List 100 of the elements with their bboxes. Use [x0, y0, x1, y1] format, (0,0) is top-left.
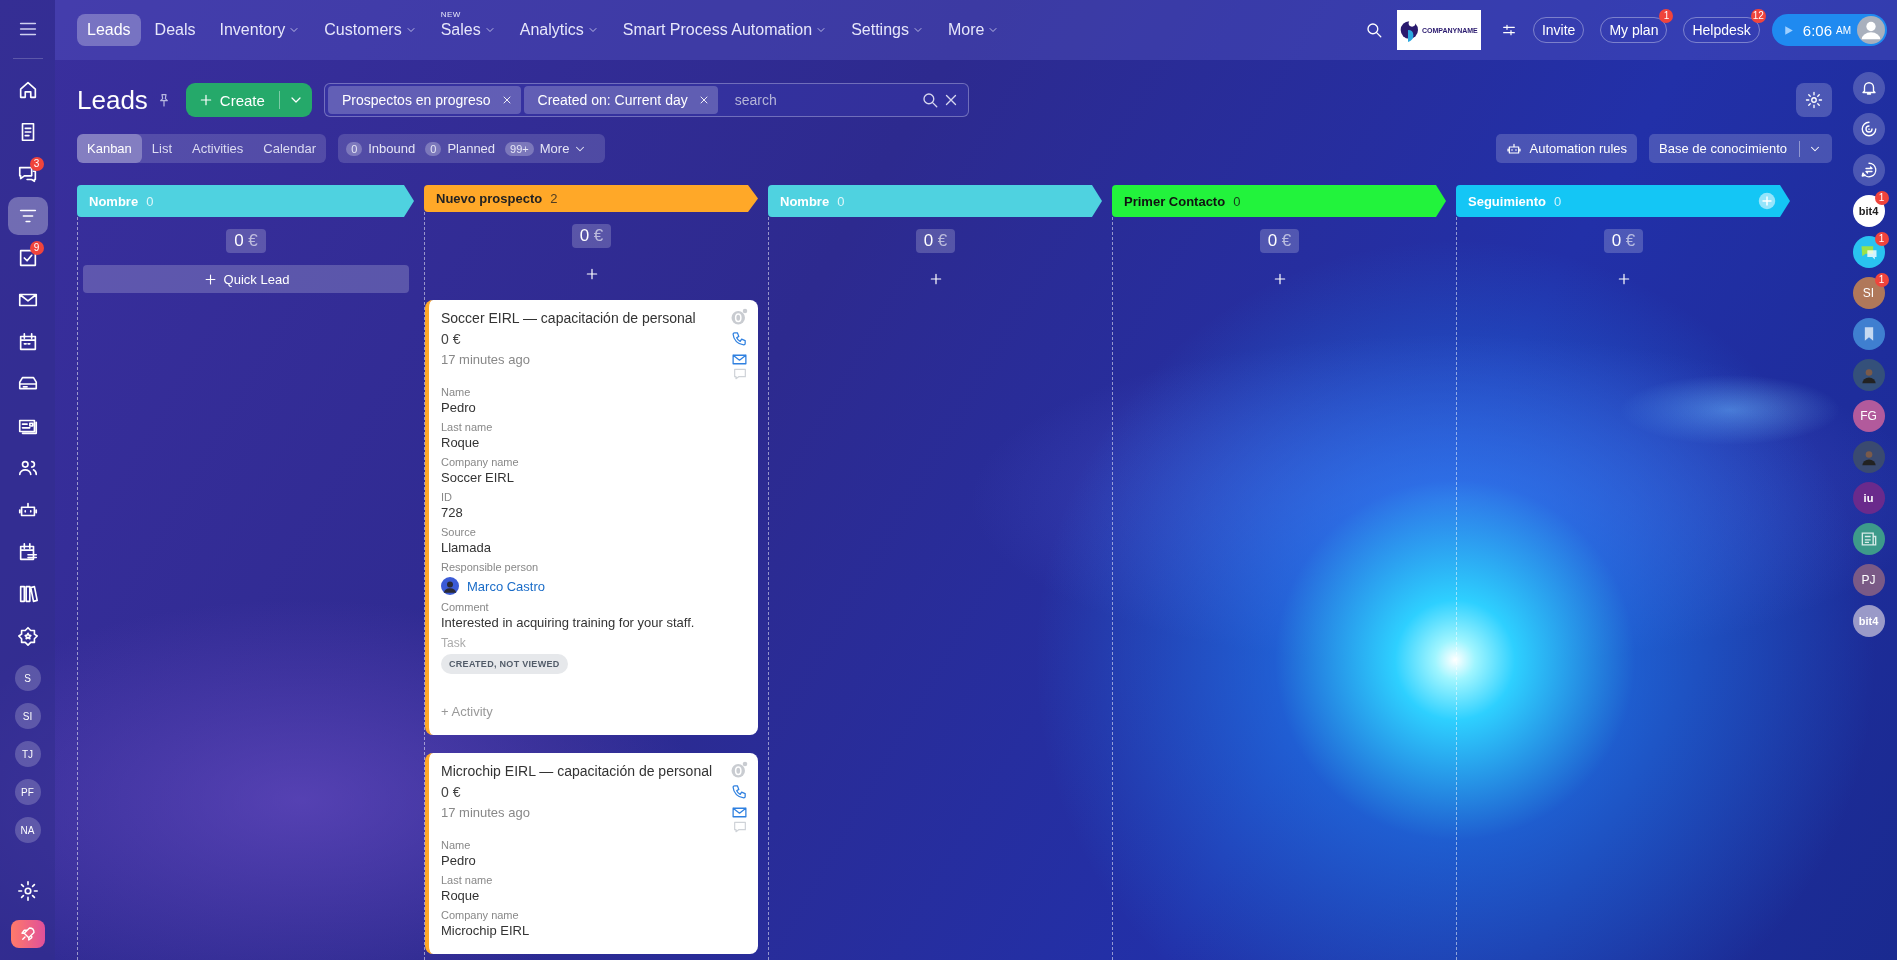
person-avatar [441, 577, 459, 595]
field-label: Source [441, 526, 477, 538]
avatar[interactable]: SI [14, 703, 41, 729]
count-badge: 3 [29, 157, 44, 171]
count-badge: 9 [29, 241, 44, 255]
card-title[interactable]: Microchip EIRL — capacitación de personal [441, 761, 713, 779]
view-tab[interactable]: Calendar [253, 134, 327, 163]
rocket-icon [18, 925, 37, 943]
avatar[interactable]: FG [1852, 400, 1885, 432]
card-amount: 0 € [441, 783, 461, 800]
avatar[interactable]: PJ [1852, 564, 1885, 596]
field-label: Last name [441, 421, 494, 433]
field-label: Name [441, 839, 472, 851]
stage-total: 0 € [1603, 229, 1644, 253]
plus-icon [202, 271, 218, 287]
work-time-button[interactable]: 6:06 AM [1771, 14, 1887, 46]
nav-tab[interactable]: Smart Process Automation [612, 14, 838, 46]
bookmark-app-icon[interactable] [1852, 318, 1885, 350]
view-tab[interactable]: Activities [182, 134, 254, 163]
field-label: Task [441, 636, 467, 650]
bell-icon [1859, 79, 1878, 97]
field-value: Microchip EIRL [441, 923, 531, 938]
filter-chip[interactable]: Prospectos en progreso [327, 86, 521, 114]
user-avatar[interactable] [1857, 16, 1885, 44]
field-label: Last name [441, 874, 494, 886]
sidebar-button[interactable] [1852, 154, 1885, 186]
filter-chip[interactable]: Created on: Current day [523, 86, 718, 114]
sidebar-item[interactable]: 3 [7, 155, 48, 193]
stage-total: 0 € [915, 229, 956, 253]
nav-tab[interactable]: Inventory [209, 14, 311, 46]
target-icon [1859, 120, 1878, 138]
field-label: Responsible person [441, 561, 540, 573]
phone-icon[interactable] [731, 783, 748, 800]
count-badge: 1 [1874, 273, 1889, 287]
view-tab[interactable]: Kanban [77, 134, 142, 163]
field-label: Name [441, 386, 472, 398]
card-amount: 0 € [441, 330, 461, 347]
avatar[interactable]: TJ [14, 741, 41, 767]
avatar[interactable]: NA [14, 817, 41, 843]
stage-total: 0 € [1259, 229, 1300, 253]
nav-tab[interactable]: Customers [314, 14, 427, 46]
field-label: Comment [441, 601, 490, 613]
avatar[interactable]: S [14, 665, 41, 691]
sidebar-item[interactable]: 9 [7, 239, 48, 277]
lead-card[interactable]: Microchip EIRL — capacitación de personal 0 € 17 minutes ago Name Pedro Last name Roque Company name Microchip EIRL [425, 753, 758, 954]
photo-placeholder[interactable] [1852, 359, 1885, 391]
filter-search-field[interactable]: Prospectos en progreso Created on: Current day search [323, 83, 969, 117]
sidebar-item[interactable] [7, 197, 48, 235]
nav-tab[interactable]: Leads [77, 14, 141, 46]
rocket-button[interactable] [10, 920, 45, 948]
settings-icon[interactable] [16, 880, 39, 902]
field-value: Interested in acquiring training for your staff. [441, 615, 696, 630]
knowledge-base-button[interactable]: Base de conocimiento [1649, 134, 1832, 163]
stage-total: 0 € [571, 224, 612, 248]
field-value: Pedro [441, 400, 477, 415]
star-badge-icon [16, 625, 39, 647]
counter-icon [730, 308, 748, 326]
nav-tab[interactable]: Analytics [509, 14, 609, 46]
task-status: CREATED, NOT VIEWED [441, 654, 568, 674]
view-tab[interactable]: List [141, 134, 183, 163]
field-value: 728 [441, 505, 464, 520]
lead-card[interactable] [425, 300, 758, 735]
settings-icon [1805, 91, 1823, 109]
quick-lead-button[interactable]: Quick Lead [83, 265, 409, 293]
nav-tab[interactable]: Deals [144, 14, 206, 46]
counter-filter[interactable]: 99+ More [505, 141, 588, 156]
counter-icon [730, 761, 748, 779]
photo-placeholder[interactable] [1852, 441, 1885, 473]
field-label: Company name [441, 909, 520, 921]
search-input[interactable]: search [720, 91, 918, 109]
stage-header[interactable]: Nuevo prospecto 2 [424, 185, 758, 212]
search-icon[interactable] [920, 91, 939, 109]
field-label: Company name [441, 456, 520, 468]
nav-tab[interactable]: More [937, 14, 1010, 46]
search-icon[interactable] [1364, 21, 1383, 39]
card-title[interactable]: Soccer EIRL — capacitación de personal [441, 308, 696, 326]
person-link[interactable]: Marco Castro [467, 578, 546, 594]
settings-button[interactable] [1796, 83, 1832, 117]
page-title: Leads [77, 84, 148, 116]
stage-total: 0 € [226, 229, 266, 253]
count-badge: 12 [1750, 9, 1766, 23]
create-button[interactable]: Create [185, 83, 312, 117]
avatar[interactable]: PF [14, 779, 41, 805]
nav-tab[interactable]: NEW Sales [430, 14, 506, 46]
count-badge: 1 [1874, 191, 1889, 205]
nav-tab[interactable]: Settings [841, 14, 934, 46]
counter-filter[interactable]: 0 Inbound [346, 141, 416, 156]
card-time: 17 minutes ago [441, 805, 530, 820]
count-badge: 1 [1874, 232, 1889, 246]
app-logo[interactable]: iu [1852, 482, 1885, 514]
automation-rules-button[interactable]: Automation rules [1495, 134, 1638, 163]
sliders-icon[interactable] [1500, 22, 1517, 38]
news-app-icon[interactable] [1852, 523, 1885, 555]
phone-icon[interactable] [731, 330, 748, 347]
counter-filter[interactable]: 0 Planned [425, 141, 496, 156]
sidebar-button[interactable] [1852, 72, 1885, 104]
card-time: 17 minutes ago [441, 352, 530, 367]
stage-header[interactable]: Primer Contacto 0 [1112, 185, 1446, 217]
field-value: Llamada [441, 540, 492, 555]
sidebar-button[interactable] [1852, 113, 1885, 145]
